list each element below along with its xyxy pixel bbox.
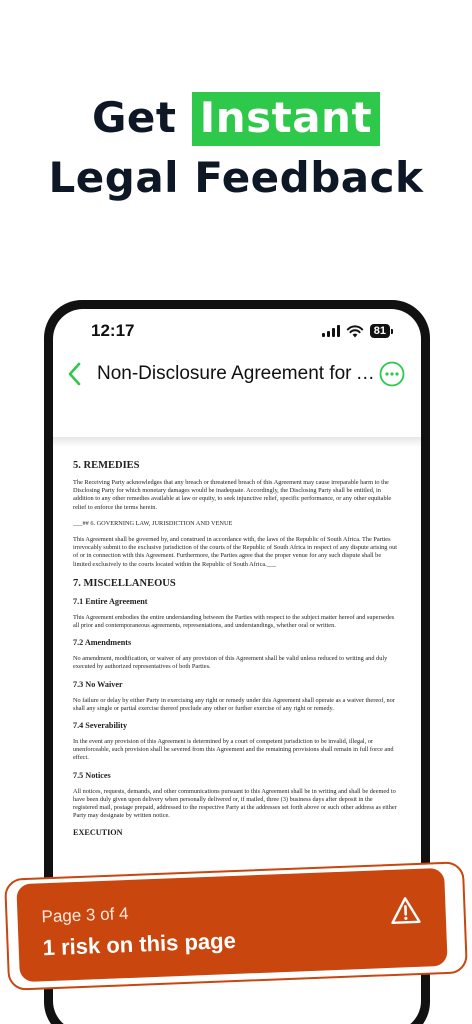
battery-level: 81: [369, 324, 390, 338]
amendments-text: No amendment, modification, or waiver of…: [73, 655, 388, 671]
risk-banner-area: Page 3 of 4 1 risk on this page: [2, 858, 468, 998]
severability-text: In the event any provision of this Agree…: [73, 738, 394, 762]
headline-get: Get: [91, 93, 177, 142]
amendments-heading: 7.2 Amendments: [73, 638, 132, 648]
wifi-icon: [346, 324, 363, 337]
miscellaneous-heading: 7. MISCELLANEOUS: [73, 577, 176, 589]
headline-highlight: Instant: [191, 92, 381, 146]
remedies-heading: 5. REMEDIES: [73, 460, 140, 471]
remedies-text: The Receiving Party acknowledges that an…: [73, 479, 392, 511]
navigation-bar: Non-Disclosure Agreement for Ap...: [53, 353, 421, 397]
entire-agreement-heading: 7.1 Entire Agreement: [73, 596, 148, 606]
chevron-left-icon[interactable]: [65, 359, 85, 389]
status-time: 12:17: [91, 321, 135, 340]
governing-law-text: This Agreement shall be governed by, and…: [73, 536, 398, 568]
notices-text: All notices, requests, demands, and othe…: [73, 787, 397, 820]
no-waiver-text: No failure or delay by either Party in e…: [73, 696, 395, 712]
severability-heading: 7.4 Severability: [73, 721, 128, 731]
cellular-signal-icon: [321, 325, 340, 337]
status-icons: 81: [321, 324, 393, 338]
warning-triangle-icon: [391, 897, 421, 925]
headline: Get Instant Legal Feedback: [0, 92, 472, 204]
page-indicator: Page 3 of 4: [41, 903, 129, 927]
notices-heading: 7.5 Notices: [73, 770, 111, 780]
entire-agreement-text: This Agreement embodies the entire under…: [73, 613, 395, 630]
document-page[interactable]: 5. REMEDIES The Receiving Party acknowle…: [73, 459, 399, 845]
execution-heading: EXECUTION: [73, 828, 123, 838]
governing-law-line: ___## 6. GOVERNING LAW, JURISDICTION AND…: [73, 519, 233, 527]
risk-banner[interactable]: Page 3 of 4 1 risk on this page: [16, 867, 448, 983]
more-horizontal-icon[interactable]: [379, 361, 405, 387]
headline-line-1: Get Instant: [0, 92, 472, 146]
status-bar: 12:17 81: [53, 309, 421, 357]
no-waiver-heading: 7.3 No Waiver: [73, 679, 123, 689]
risk-count: 1 risk on this page: [42, 927, 237, 961]
document-title: Non-Disclosure Agreement for Ap...: [97, 363, 381, 384]
headline-line-2: Legal Feedback: [48, 153, 424, 202]
battery-icon: 81: [369, 324, 393, 338]
document-page-edge: [53, 437, 421, 447]
